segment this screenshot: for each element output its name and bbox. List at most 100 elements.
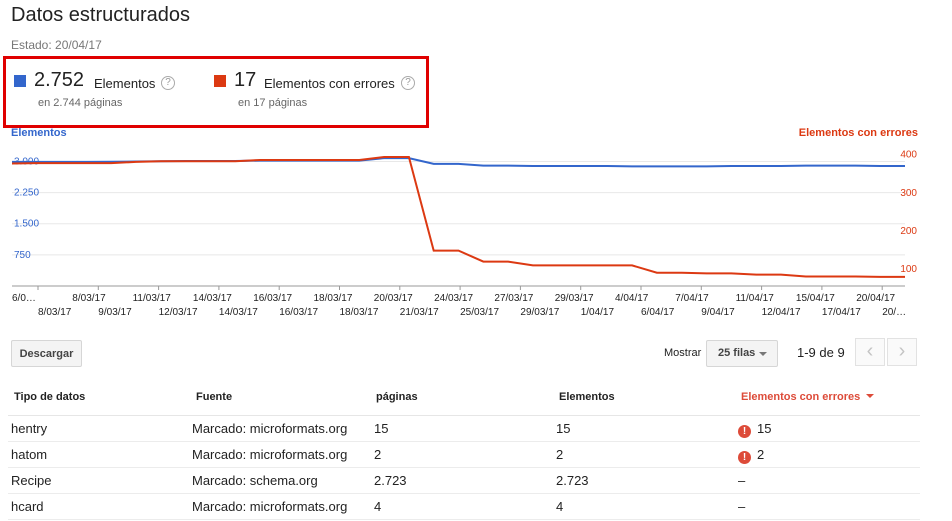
table-row[interactable]: hcard Marcado: microformats.org 4 4 – (8, 494, 920, 520)
cell-source: Marcado: microformats.org (192, 499, 348, 514)
cell-type: hentry (11, 421, 48, 436)
x-tick-label: 20/03/17 (374, 293, 413, 304)
x-tick-label: 6/0… (12, 293, 36, 304)
right-tick-label: 200 (900, 226, 917, 237)
x-tick-label: 29/03/17 (555, 293, 594, 304)
chart-svg: Elementos Elementos con errores 750 1.500 2.… (11, 127, 918, 318)
error-icon: ! (738, 451, 751, 464)
previous-page-button[interactable]: ‹ (855, 338, 885, 366)
cell-pages: 2.723 (374, 473, 407, 488)
items-legend-swatch (14, 75, 26, 87)
x-tick-label: 15/04/17 (796, 293, 835, 304)
items-pages: en 2.744 páginas (38, 97, 123, 109)
x-tick-label: 6/04/17 (641, 307, 675, 318)
x-tick-label: 20/… (882, 307, 906, 318)
x-tick-label: 27/03/17 (494, 293, 533, 304)
x-tick-label: 1/04/17 (581, 307, 615, 318)
cell-errors: ! 2 (738, 447, 764, 464)
table-header: Tipo de datos Fuente páginas Elementos E… (8, 380, 920, 416)
x-tick-label: 11/03/17 (133, 293, 172, 304)
x-tick-label: 21/03/17 (400, 307, 439, 318)
items-count: 2.752 (34, 69, 85, 91)
cell-pages: 15 (374, 421, 389, 436)
sort-descending-icon (866, 394, 875, 398)
x-tick-label: 29/03/17 (520, 307, 559, 318)
cell-items: 2 (556, 447, 564, 462)
x-tick-label: 20/04/17 (856, 293, 895, 304)
x-tick-label: 14/03/17 (193, 293, 232, 304)
cell-source: Marcado: microformats.org (192, 421, 348, 436)
x-tick-label: 18/03/17 (314, 293, 353, 304)
table-row[interactable]: Recipe Marcado: schema.org 2.723 2.723 – (8, 468, 920, 494)
x-tick-label: 24/03/17 (434, 293, 473, 304)
left-tick-label: 2.250 (14, 188, 39, 199)
items-label: Elementos (94, 76, 156, 91)
help-icon[interactable]: ? (401, 76, 415, 90)
right-tick-label: 100 (900, 264, 917, 275)
col-pages-header[interactable]: páginas (376, 391, 418, 403)
col-source-header[interactable]: Fuente (196, 391, 232, 403)
col-items-header[interactable]: Elementos (559, 391, 615, 403)
errors-count: 17 (234, 69, 257, 91)
x-tick-label: 8/03/17 (38, 307, 72, 318)
errors-pages: en 17 páginas (238, 97, 308, 109)
cell-type: hatom (11, 447, 48, 462)
pagination-range: 1-9 de 9 (797, 345, 845, 360)
x-tick-label: 16/03/17 (253, 293, 292, 304)
col-errors-header-label: Elementos con errores (741, 391, 861, 403)
cell-items: 15 (556, 421, 571, 436)
col-errors-header[interactable]: Elementos con errores (741, 391, 875, 403)
rows-per-page-value: 25 filas (718, 347, 756, 359)
cell-items: 2.723 (556, 473, 589, 488)
errors-legend-swatch (214, 75, 226, 87)
chevron-down-icon (759, 352, 767, 356)
cell-type: hcard (11, 499, 44, 514)
status-date: Estado: 20/04/17 (11, 38, 102, 52)
x-tick-label: 11/04/17 (736, 293, 775, 304)
x-tick-label: 18/03/17 (340, 307, 379, 318)
error-count: 2 (757, 447, 765, 462)
error-count: 15 (757, 421, 772, 436)
errors-label: Elementos con errores (264, 76, 395, 91)
right-tick-label: 300 (900, 188, 917, 199)
right-axis-title: Elementos con errores (799, 127, 918, 139)
cell-pages: 4 (374, 499, 382, 514)
cell-pages: 2 (374, 447, 382, 462)
series-line-errors (11, 156, 905, 278)
left-tick-label: 750 (14, 250, 31, 261)
cell-errors: – (738, 473, 746, 488)
rows-per-page-select[interactable]: 25 filas (706, 340, 778, 367)
summary-highlight-box: 2.752 Elementos ? en 2.744 páginas 17 El… (3, 56, 429, 128)
cell-errors: ! 15 (738, 421, 771, 438)
left-tick-label: 1.500 (14, 219, 39, 230)
x-tick-label: 7/04/17 (675, 293, 709, 304)
x-tick-label: 8/03/17 (72, 293, 106, 304)
table-row[interactable]: hentry Marcado: microformats.org 15 15! 15 (8, 416, 920, 442)
table-row[interactable]: hatom Marcado: microformats.org 2 2! 2 (8, 442, 920, 468)
structured-data-chart: Elementos Elementos con errores 750 1.500 2.… (0, 124, 952, 324)
x-tick-label: 25/03/17 (460, 307, 499, 318)
x-tick-label: 9/04/17 (701, 307, 735, 318)
help-icon[interactable]: ? (161, 76, 175, 90)
x-tick-label: 16/03/17 (279, 307, 318, 318)
error-icon: ! (738, 425, 751, 438)
show-label: Mostrar (664, 347, 702, 359)
x-tick-label: 9/03/17 (98, 307, 132, 318)
next-page-button[interactable]: › (887, 338, 917, 366)
download-button[interactable]: Descargar (11, 340, 82, 367)
cell-source: Marcado: microformats.org (192, 447, 348, 462)
page-title: Datos estructurados (11, 4, 190, 26)
data-types-table: Tipo de datos Fuente páginas Elementos E… (8, 380, 920, 520)
left-axis-title: Elementos (11, 127, 67, 139)
cell-errors: – (738, 499, 746, 514)
x-tick-label: 17/04/17 (822, 307, 861, 318)
cell-source: Marcado: schema.org (192, 473, 318, 488)
table-body: hentry Marcado: microformats.org 15 15! 15 ha… (8, 416, 920, 520)
right-tick-label: 400 (900, 150, 917, 161)
cell-type: Recipe (11, 473, 52, 488)
x-tick-label: 14/03/17 (219, 307, 258, 318)
cell-items: 4 (556, 499, 564, 514)
col-type-header[interactable]: Tipo de datos (14, 391, 85, 403)
x-tick-label: 12/03/17 (159, 307, 198, 318)
x-tick-label: 12/04/17 (762, 307, 801, 318)
